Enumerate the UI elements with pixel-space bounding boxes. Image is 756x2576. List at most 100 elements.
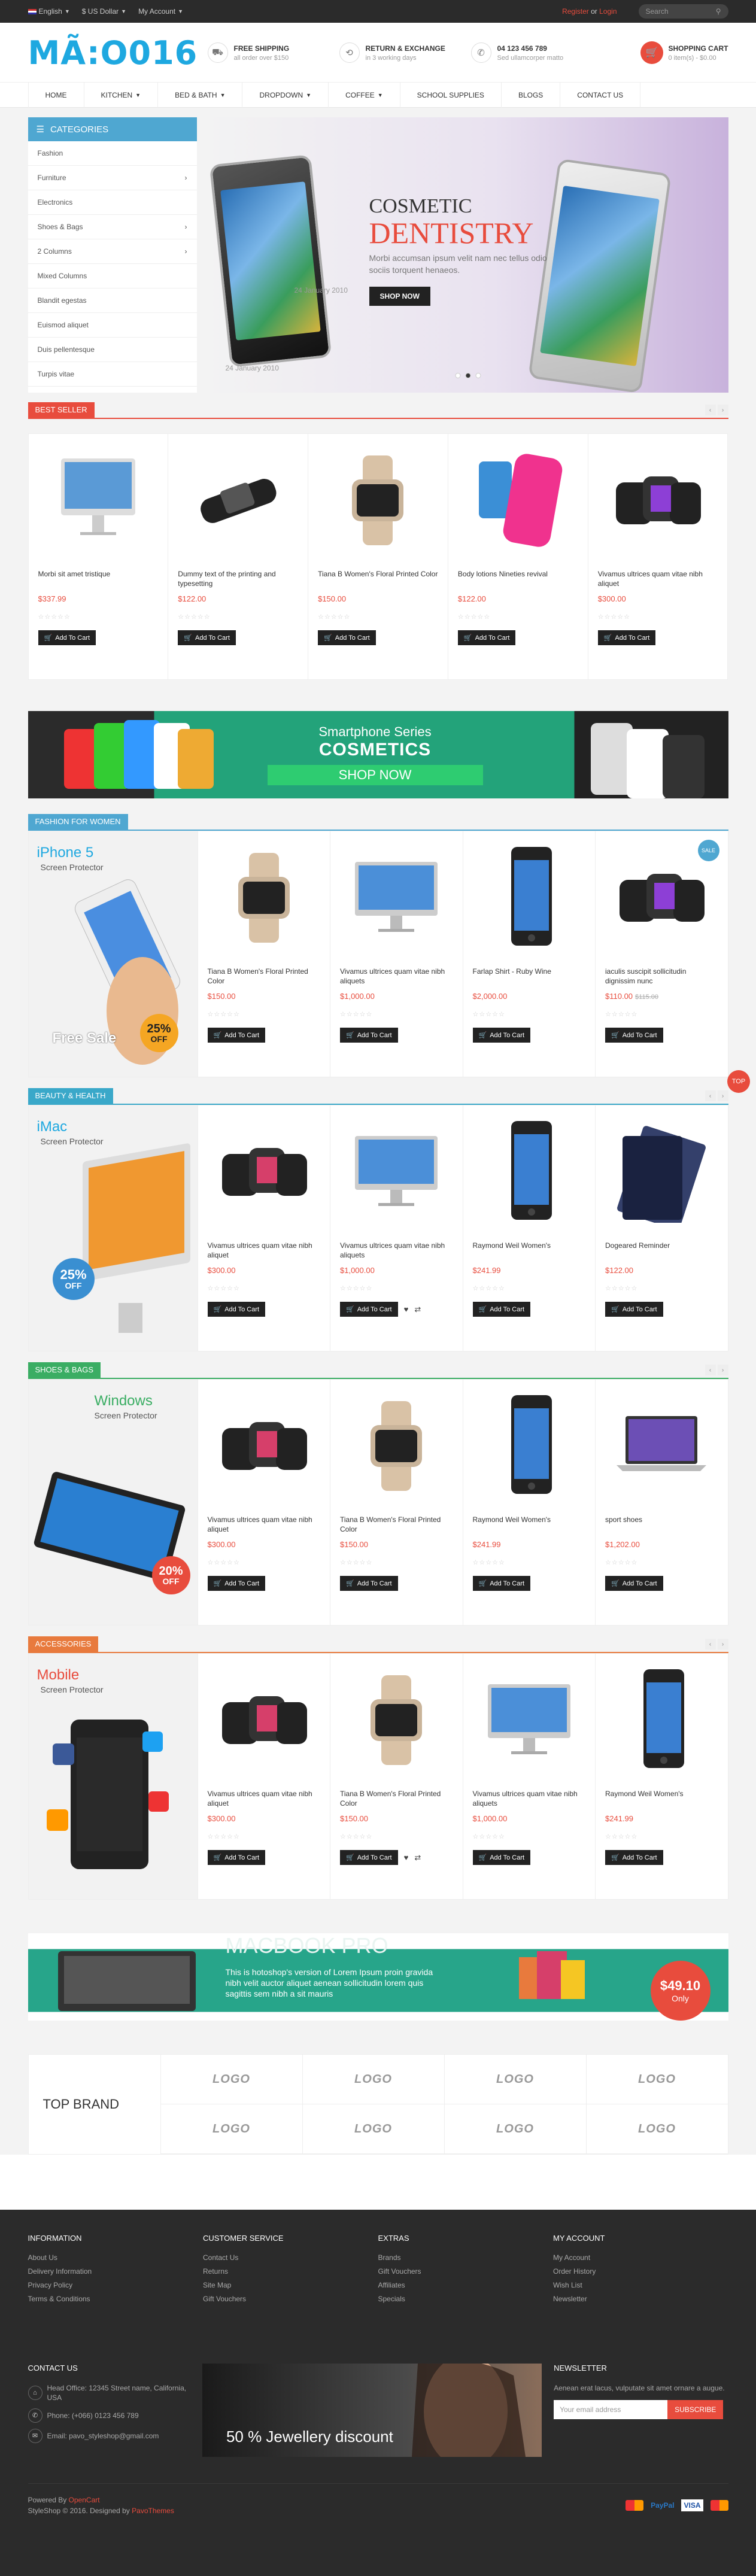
nav-contact[interactable]: Contact Us: [560, 83, 641, 108]
promo-banner[interactable]: Windows Screen Protector 20% OFF: [28, 1379, 198, 1626]
category-item[interactable]: Mixed Columns: [28, 264, 197, 288]
footer-link[interactable]: Gift Vouchers: [378, 2267, 554, 2276]
category-item[interactable]: Euismod aliquet: [28, 313, 197, 338]
heart-icon[interactable]: ♥: [404, 1853, 409, 1862]
footer-link[interactable]: Delivery Information: [28, 2267, 204, 2276]
slider-dot[interactable]: [455, 373, 460, 378]
product-name[interactable]: Dogeared Reminder: [605, 1241, 718, 1260]
product-image-imac[interactable]: [340, 841, 453, 955]
category-item[interactable]: Duis pellentesque: [28, 338, 197, 362]
product-image-iphone[interactable]: [605, 1663, 718, 1777]
product-image-imac[interactable]: [38, 443, 159, 557]
add-to-cart-button[interactable]: 🛒 Add To Cart: [178, 630, 236, 645]
category-item[interactable]: 2 Columns ›: [28, 239, 197, 264]
product-image-bands[interactable]: [598, 443, 718, 557]
product-image-phone-case[interactable]: [458, 443, 578, 557]
brand-logo[interactable]: LOGO: [302, 2055, 444, 2104]
arrow-left-icon[interactable]: ‹: [705, 1090, 716, 1101]
add-to-cart-button[interactable]: 🛒 Add To Cart: [340, 1028, 398, 1043]
brand-logo[interactable]: LOGO: [160, 2104, 302, 2154]
subscribe-button[interactable]: Subscribe: [667, 2400, 724, 2419]
promo-banner[interactable]: iPhone 5 Screen Protector Free Sale 25% O…: [28, 831, 198, 1077]
promo-banner[interactable]: iMac Screen Protector 25% OFF: [28, 1105, 198, 1351]
product-image-tablet[interactable]: [605, 1115, 718, 1229]
language-dropdown[interactable]: English ▼: [28, 7, 70, 16]
product-name[interactable]: Tiana B Women's Floral Printed Color: [318, 569, 438, 588]
product-image-bands[interactable]: [208, 1115, 321, 1229]
newsletter-email-input[interactable]: Your email address: [554, 2400, 668, 2419]
footer-link[interactable]: Gift Vouchers: [203, 2295, 378, 2303]
search-input[interactable]: Search ⚲: [638, 4, 728, 19]
nav-coffee[interactable]: Coffee ▼: [329, 83, 400, 108]
brand-logo[interactable]: LOGO: [585, 2104, 728, 2154]
product-image-iphone[interactable]: [473, 1115, 586, 1229]
product-name[interactable]: Vivamus ultrices quam vitae nibh aliquet: [208, 1789, 321, 1808]
add-to-cart-button[interactable]: 🛒 Add To Cart: [605, 1028, 663, 1043]
product-name[interactable]: Morbi sit amet tristique: [38, 569, 159, 588]
nav-blogs[interactable]: Blogs: [502, 83, 561, 108]
add-to-cart-button[interactable]: 🛒 Add To Cart: [605, 1850, 663, 1865]
hero-slider[interactable]: 24 January 2010 24 January 2010 COSMETIC…: [207, 117, 728, 393]
arrow-left-icon[interactable]: ‹: [705, 405, 716, 415]
product-name[interactable]: Raymond Weil Women's: [473, 1241, 586, 1260]
brand-logo[interactable]: LOGO: [444, 2055, 586, 2104]
search-icon[interactable]: ⚲: [716, 7, 721, 16]
product-image-smartwatch[interactable]: [318, 443, 438, 557]
footer-link[interactable]: Order History: [553, 2267, 728, 2276]
arrow-left-icon[interactable]: ‹: [705, 1365, 716, 1375]
add-to-cart-button[interactable]: 🛒 Add To Cart: [472, 1028, 531, 1043]
pavothemes-link[interactable]: PavoThemes: [132, 2507, 174, 2515]
product-name[interactable]: Vivamus ultrices quam vitae nibh aliquet: [208, 1515, 321, 1534]
product-image-imac[interactable]: [473, 1663, 586, 1777]
add-to-cart-button[interactable]: 🛒 Add To Cart: [207, 1850, 266, 1865]
arrow-right-icon[interactable]: ›: [717, 1365, 728, 1375]
footer-link[interactable]: Specials: [378, 2295, 554, 2303]
product-name[interactable]: Vivamus ultrices quam vitae nibh aliquet…: [340, 1241, 453, 1260]
add-to-cart-button[interactable]: 🛒 Add To Cart: [318, 630, 376, 645]
register-link[interactable]: Register: [562, 7, 589, 16]
footer-link[interactable]: Contact Us: [203, 2253, 378, 2262]
heart-icon[interactable]: ♥: [404, 1305, 409, 1314]
product-name[interactable]: Raymond Weil Women's: [605, 1789, 718, 1808]
footer-link[interactable]: Newsletter: [553, 2295, 728, 2303]
product-image-iphone[interactable]: [473, 841, 586, 955]
footer-link[interactable]: About Us: [28, 2253, 204, 2262]
add-to-cart-button[interactable]: 🛒 Add To Cart: [340, 1576, 398, 1591]
product-image-smartwatch[interactable]: [208, 841, 321, 955]
currency-dropdown[interactable]: $ US Dollar ▼: [82, 7, 126, 16]
smartphone-banner[interactable]: Smartphone Series COSMETICS SHOP NOW: [28, 711, 728, 798]
brand-logo[interactable]: LOGO: [302, 2104, 444, 2154]
product-name[interactable]: Tiana B Women's Floral Printed Color: [340, 1515, 453, 1534]
arrow-right-icon[interactable]: ›: [717, 1090, 728, 1101]
footer-link[interactable]: Privacy Policy: [28, 2281, 204, 2289]
add-to-cart-button[interactable]: 🛒 Add To Cart: [605, 1576, 663, 1591]
add-to-cart-button[interactable]: 🛒 Add To Cart: [597, 630, 656, 645]
nav-dropdown[interactable]: Dropdown ▼: [242, 83, 329, 108]
product-image-smartwatch[interactable]: [340, 1389, 453, 1503]
shop-now-button[interactable]: SHOP NOW: [267, 765, 483, 785]
category-item[interactable]: Turpis vitae: [28, 362, 197, 387]
add-to-cart-button[interactable]: 🛒 Add To Cart: [207, 1302, 266, 1317]
back-to-top-button[interactable]: TOP: [727, 1070, 750, 1093]
product-image-iphone[interactable]: [473, 1389, 586, 1503]
product-image-watch[interactable]: [178, 443, 298, 557]
add-to-cart-button[interactable]: 🛒 Add To Cart: [207, 1576, 266, 1591]
product-image-smartwatch[interactable]: [340, 1663, 453, 1777]
add-to-cart-button[interactable]: 🛒 Add To Cart: [207, 1028, 266, 1043]
logo[interactable]: MÃ:O016: [28, 34, 208, 72]
product-name[interactable]: Vivamus ultrices quam vitae nibh aliquet: [598, 569, 718, 588]
nav-school-supplies[interactable]: School Supplies: [400, 83, 502, 108]
product-name[interactable]: Raymond Weil Women's: [473, 1515, 586, 1534]
promo-banner[interactable]: Mobile Screen Protector: [28, 1653, 198, 1900]
add-to-cart-button[interactable]: 🛒 Add To Cart: [472, 1850, 531, 1865]
product-name[interactable]: Dummy text of the printing and typesetti…: [178, 569, 298, 588]
footer-link[interactable]: Brands: [378, 2253, 554, 2262]
compare-icon[interactable]: ⇄: [414, 1853, 421, 1863]
footer-link[interactable]: Terms & Conditions: [28, 2295, 204, 2303]
slider-dot[interactable]: [475, 373, 481, 378]
arrow-left-icon[interactable]: ‹: [705, 1639, 716, 1650]
shop-now-button[interactable]: SHOP NOW: [369, 287, 430, 306]
shopping-cart[interactable]: 🛒 Shopping Cart 0 item(s) - $0.00: [640, 41, 728, 64]
category-item[interactable]: Shoes & Bags ›: [28, 215, 197, 239]
product-name[interactable]: sport shoes: [605, 1515, 718, 1534]
